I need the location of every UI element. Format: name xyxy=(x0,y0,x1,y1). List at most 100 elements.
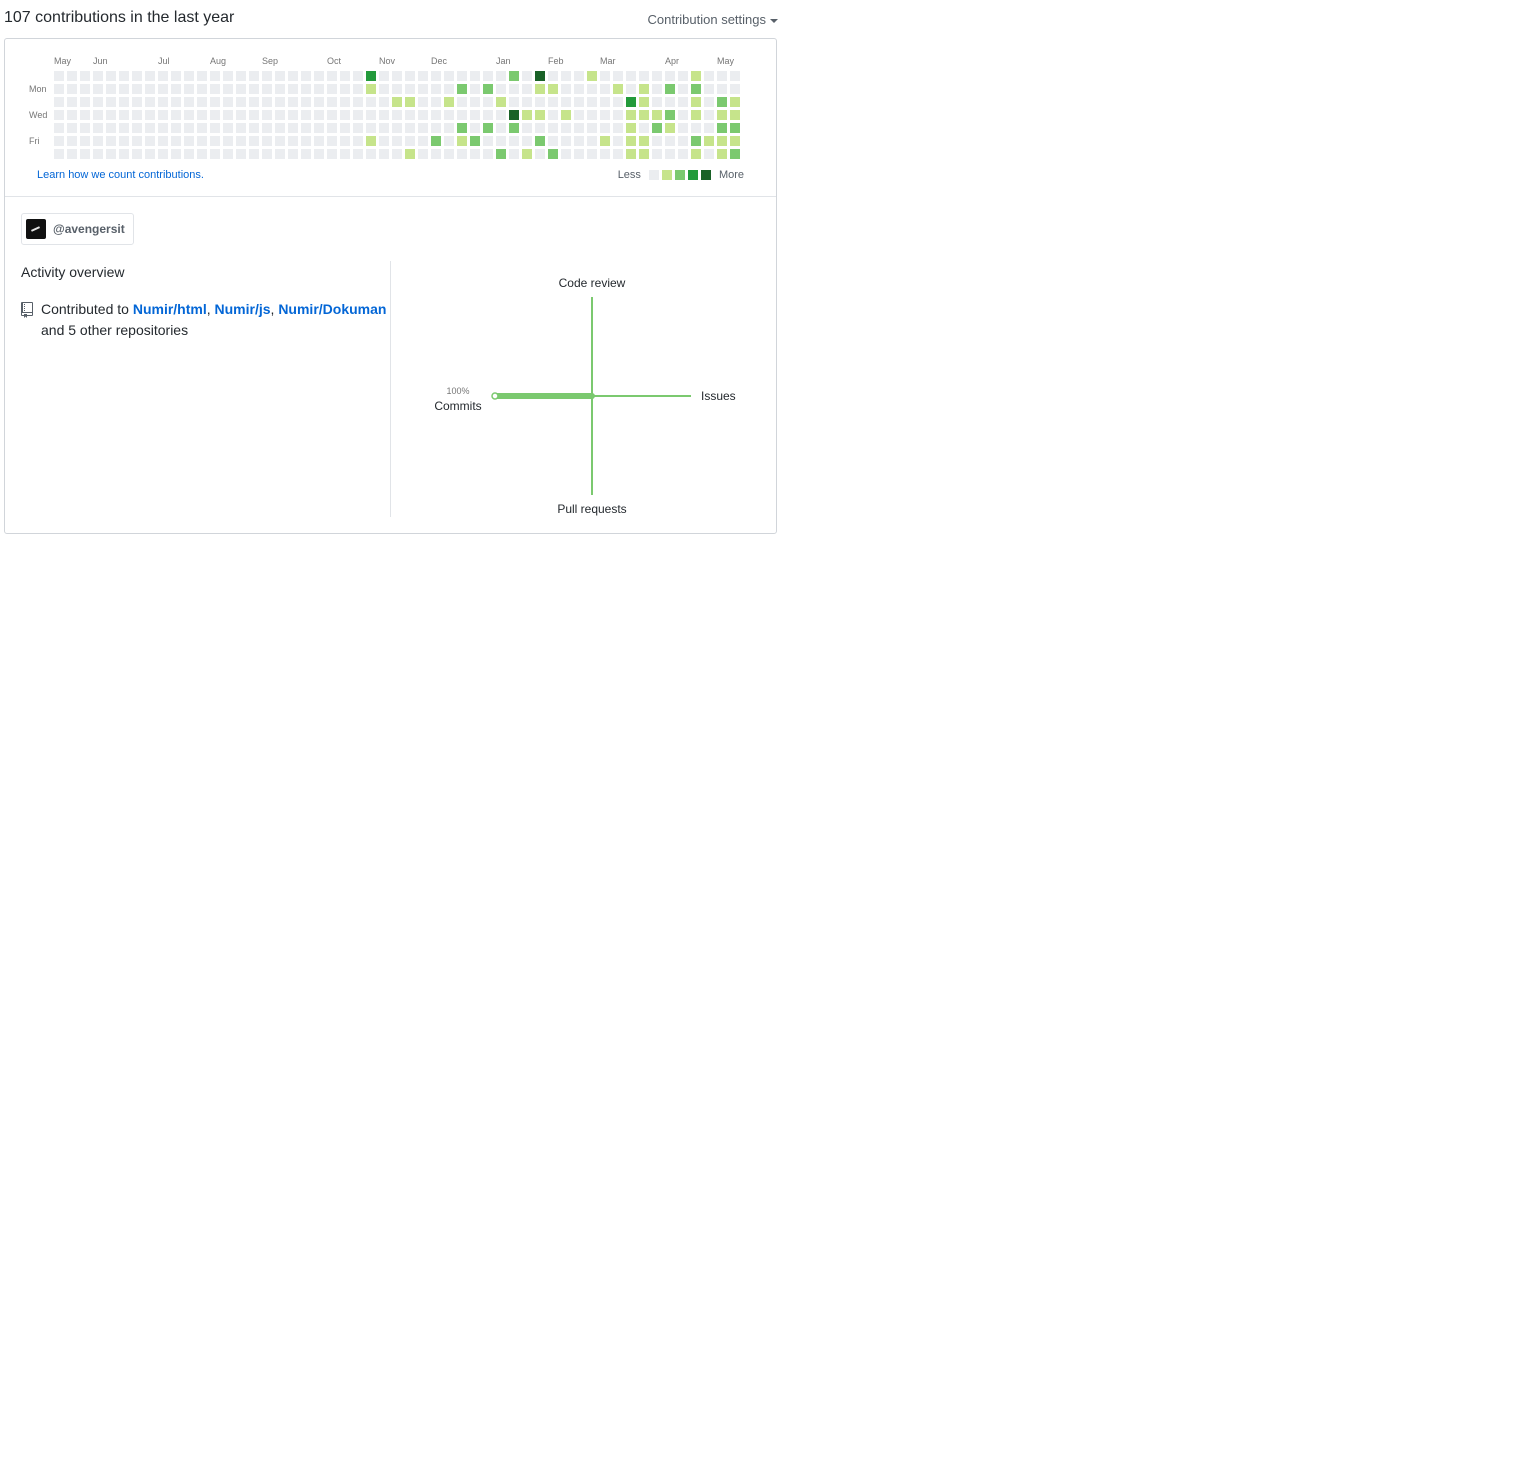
calendar-day[interactable] xyxy=(470,136,480,146)
calendar-day[interactable] xyxy=(249,149,259,159)
calendar-day[interactable] xyxy=(574,71,584,81)
calendar-day[interactable] xyxy=(106,136,116,146)
calendar-day[interactable] xyxy=(314,123,324,133)
calendar-day[interactable] xyxy=(80,110,90,120)
calendar-day[interactable] xyxy=(496,110,506,120)
calendar-day[interactable] xyxy=(561,149,571,159)
calendar-day[interactable] xyxy=(691,136,701,146)
calendar-day[interactable] xyxy=(340,84,350,94)
calendar-day[interactable] xyxy=(405,110,415,120)
calendar-day[interactable] xyxy=(574,149,584,159)
calendar-day[interactable] xyxy=(171,97,181,107)
calendar-day[interactable] xyxy=(717,97,727,107)
calendar-day[interactable] xyxy=(106,123,116,133)
calendar-day[interactable] xyxy=(509,136,519,146)
calendar-day[interactable] xyxy=(717,71,727,81)
calendar-day[interactable] xyxy=(652,123,662,133)
calendar-day[interactable] xyxy=(54,110,64,120)
calendar-day[interactable] xyxy=(574,97,584,107)
calendar-day[interactable] xyxy=(210,97,220,107)
calendar-day[interactable] xyxy=(366,84,376,94)
calendar-day[interactable] xyxy=(665,110,675,120)
calendar-day[interactable] xyxy=(561,136,571,146)
calendar-day[interactable] xyxy=(327,123,337,133)
calendar-day[interactable] xyxy=(145,110,155,120)
calendar-day[interactable] xyxy=(158,71,168,81)
calendar-day[interactable] xyxy=(665,123,675,133)
calendar-day[interactable] xyxy=(704,149,714,159)
calendar-day[interactable] xyxy=(470,149,480,159)
calendar-day[interactable] xyxy=(249,136,259,146)
calendar-day[interactable] xyxy=(587,84,597,94)
calendar-day[interactable] xyxy=(717,149,727,159)
calendar-day[interactable] xyxy=(275,123,285,133)
calendar-day[interactable] xyxy=(730,110,740,120)
calendar-day[interactable] xyxy=(288,110,298,120)
calendar-day[interactable] xyxy=(366,123,376,133)
calendar-day[interactable] xyxy=(210,71,220,81)
calendar-day[interactable] xyxy=(652,71,662,81)
calendar-day[interactable] xyxy=(483,110,493,120)
calendar-day[interactable] xyxy=(496,97,506,107)
calendar-day[interactable] xyxy=(353,110,363,120)
calendar-day[interactable] xyxy=(574,110,584,120)
calendar-day[interactable] xyxy=(730,149,740,159)
calendar-day[interactable] xyxy=(353,84,363,94)
calendar-day[interactable] xyxy=(509,149,519,159)
calendar-day[interactable] xyxy=(626,149,636,159)
calendar-day[interactable] xyxy=(93,97,103,107)
calendar-day[interactable] xyxy=(392,110,402,120)
calendar-day[interactable] xyxy=(145,136,155,146)
calendar-day[interactable] xyxy=(288,123,298,133)
calendar-day[interactable] xyxy=(171,123,181,133)
calendar-day[interactable] xyxy=(418,71,428,81)
calendar-day[interactable] xyxy=(548,110,558,120)
repo-link-numir-js[interactable]: Numir/js xyxy=(215,301,271,317)
calendar-day[interactable] xyxy=(145,123,155,133)
calendar-day[interactable] xyxy=(379,136,389,146)
calendar-day[interactable] xyxy=(93,136,103,146)
calendar-day[interactable] xyxy=(392,84,402,94)
calendar-day[interactable] xyxy=(639,110,649,120)
calendar-day[interactable] xyxy=(678,123,688,133)
calendar-day[interactable] xyxy=(587,71,597,81)
calendar-day[interactable] xyxy=(600,136,610,146)
calendar-day[interactable] xyxy=(197,149,207,159)
calendar-day[interactable] xyxy=(54,71,64,81)
calendar-day[interactable] xyxy=(275,84,285,94)
calendar-day[interactable] xyxy=(405,97,415,107)
calendar-day[interactable] xyxy=(249,84,259,94)
calendar-day[interactable] xyxy=(457,136,467,146)
calendar-day[interactable] xyxy=(184,97,194,107)
calendar-day[interactable] xyxy=(522,71,532,81)
calendar-day[interactable] xyxy=(457,123,467,133)
calendar-day[interactable] xyxy=(366,149,376,159)
calendar-day[interactable] xyxy=(262,110,272,120)
calendar-day[interactable] xyxy=(561,71,571,81)
calendar-day[interactable] xyxy=(535,84,545,94)
calendar-day[interactable] xyxy=(613,71,623,81)
calendar-day[interactable] xyxy=(158,123,168,133)
calendar-day[interactable] xyxy=(171,110,181,120)
calendar-day[interactable] xyxy=(678,84,688,94)
calendar-day[interactable] xyxy=(301,136,311,146)
calendar-day[interactable] xyxy=(587,136,597,146)
calendar-day[interactable] xyxy=(522,149,532,159)
calendar-day[interactable] xyxy=(236,136,246,146)
calendar-day[interactable] xyxy=(639,84,649,94)
learn-how-we-count-link[interactable]: Learn how we count contributions. xyxy=(37,169,204,181)
calendar-day[interactable] xyxy=(184,136,194,146)
calendar-day[interactable] xyxy=(431,97,441,107)
calendar-day[interactable] xyxy=(548,71,558,81)
calendar-day[interactable] xyxy=(483,123,493,133)
calendar-day[interactable] xyxy=(119,110,129,120)
calendar-day[interactable] xyxy=(158,149,168,159)
calendar-day[interactable] xyxy=(561,97,571,107)
calendar-day[interactable] xyxy=(106,110,116,120)
calendar-day[interactable] xyxy=(236,123,246,133)
calendar-day[interactable] xyxy=(626,123,636,133)
calendar-day[interactable] xyxy=(431,136,441,146)
calendar-day[interactable] xyxy=(535,136,545,146)
calendar-day[interactable] xyxy=(392,71,402,81)
calendar-day[interactable] xyxy=(171,136,181,146)
